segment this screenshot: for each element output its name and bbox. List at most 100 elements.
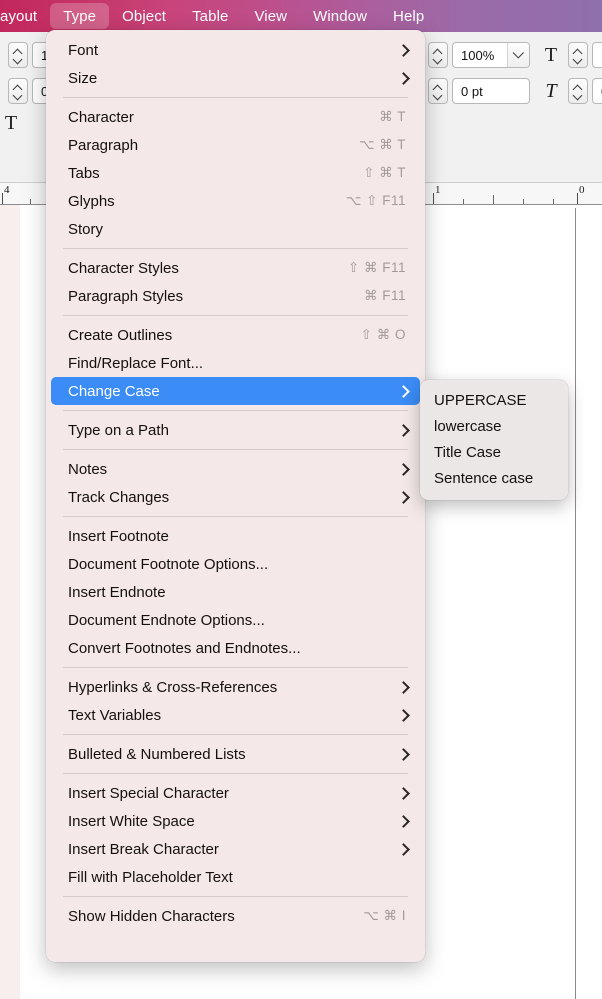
type-menu-dropdown[interactable]: Font Size Character ⌘ T Paragraph ⌥ ⌘ T Tabs ⇧ …	[46, 30, 425, 962]
menu-item-label: Font	[68, 41, 99, 59]
menu-item-label: Character Styles	[68, 259, 179, 277]
menu-item-document-footnote-options[interactable]: Document Footnote Options...	[51, 550, 420, 578]
horizontal-scale-icon[interactable]: T	[538, 42, 564, 68]
stepper-zoom[interactable]	[428, 42, 448, 68]
menu-separator	[63, 734, 408, 735]
menu-item-fill-with-placeholder-text[interactable]: Fill with Placeholder Text	[51, 863, 420, 891]
menu-item-label: Find/Replace Font...	[68, 354, 204, 372]
chevron-right-icon	[398, 711, 410, 720]
menu-item-label: Text Variables	[68, 706, 162, 724]
menubar-item-type[interactable]: Type	[50, 3, 110, 29]
menu-item-shortcut: ⇧ ⌘ F11	[347, 260, 406, 275]
menubar-item-object[interactable]: Object	[109, 3, 179, 29]
menu-separator	[63, 896, 408, 897]
menu-item-insert-special-character[interactable]: Insert Special Character	[51, 779, 420, 807]
menubar-item-help[interactable]: Help	[380, 3, 437, 29]
ruler-label: 0	[579, 184, 585, 196]
baseline-shift-field[interactable]: 0 pt	[452, 78, 530, 104]
menu-item-text-variables[interactable]: Text Variables	[51, 701, 420, 729]
field-right-2[interactable]: 0	[592, 78, 602, 104]
skew-italic-icon[interactable]: T	[538, 78, 564, 104]
menubar-item-window[interactable]: Window	[300, 3, 380, 29]
menu-item-insert-break-character[interactable]: Insert Break Character	[51, 835, 420, 863]
stepper-left-2[interactable]	[8, 78, 28, 104]
menu-separator	[63, 97, 408, 98]
menu-item-label: Show Hidden Characters	[68, 907, 235, 925]
chevron-right-icon	[398, 74, 410, 83]
menu-item-paragraph[interactable]: Paragraph ⌥ ⌘ T	[51, 131, 420, 159]
submenu-item-title-case[interactable]: Title Case	[425, 439, 563, 465]
chevron-down-icon[interactable]	[507, 43, 529, 67]
app-window: 1 0 T 100% T 1 0 pt T 0	[0, 0, 602, 999]
chevron-right-icon	[398, 46, 410, 55]
menu-item-label: Insert Break Character	[68, 840, 219, 858]
zoom-combobox[interactable]: 100%	[452, 42, 530, 68]
menu-item-size[interactable]: Size	[51, 64, 420, 92]
menu-item-insert-footnote[interactable]: Insert Footnote	[51, 522, 420, 550]
menu-separator	[63, 667, 408, 668]
menu-item-show-hidden-characters[interactable]: Show Hidden Characters ⌥ ⌘ I	[51, 902, 420, 930]
chevron-right-icon	[398, 493, 410, 502]
menu-bar[interactable]: ayout Type Object Table View Window Help	[0, 0, 602, 32]
chevron-down-icon	[14, 57, 22, 62]
menu-item-label: Convert Footnotes and Endnotes...	[68, 639, 301, 657]
menubar-item-ayout[interactable]: ayout	[0, 3, 50, 29]
menubar-item-table[interactable]: Table	[179, 3, 241, 29]
chevron-right-icon	[398, 426, 410, 435]
change-case-submenu[interactable]: UPPERCASE lowercase Title Case Sentence cas…	[420, 380, 568, 500]
menu-item-glyphs[interactable]: Glyphs ⌥ ⇧ F11	[51, 187, 420, 215]
menu-item-create-outlines[interactable]: Create Outlines ⇧ ⌘ O	[51, 321, 420, 349]
menu-item-character[interactable]: Character ⌘ T	[51, 103, 420, 131]
menu-item-document-endnote-options[interactable]: Document Endnote Options...	[51, 606, 420, 634]
menu-item-insert-white-space[interactable]: Insert White Space	[51, 807, 420, 835]
menu-item-shortcut: ⇧ ⌘ T	[363, 165, 406, 180]
menu-separator	[63, 773, 408, 774]
canvas-left-gutter	[0, 205, 20, 999]
menu-item-bulleted-numbered-lists[interactable]: Bulleted & Numbered Lists	[51, 740, 420, 768]
stepper-right-1[interactable]	[568, 42, 588, 68]
menu-item-label: Paragraph	[68, 136, 139, 154]
type-tool-icon: T	[4, 111, 18, 134]
menu-item-change-case[interactable]: Change Case	[51, 377, 420, 405]
chevron-right-icon	[398, 387, 410, 396]
menubar-item-view[interactable]: View	[241, 3, 300, 29]
menu-item-story[interactable]: Story	[51, 215, 420, 243]
menu-item-find-replace-font[interactable]: Find/Replace Font...	[51, 349, 420, 377]
menu-item-shortcut: ⌥ ⇧ F11	[345, 193, 406, 208]
menu-separator	[63, 315, 408, 316]
menu-item-type-on-a-path[interactable]: Type on a Path	[51, 416, 420, 444]
menu-item-hyperlinks-cross-references[interactable]: Hyperlinks & Cross-References	[51, 673, 420, 701]
menu-item-paragraph-styles[interactable]: Paragraph Styles ⌘ F11	[51, 282, 420, 310]
menu-item-tabs[interactable]: Tabs ⇧ ⌘ T	[51, 159, 420, 187]
chevron-right-icon	[398, 465, 410, 474]
stepper-baseline[interactable]	[428, 78, 448, 104]
stepper-right-2[interactable]	[568, 78, 588, 104]
menu-item-insert-endnote[interactable]: Insert Endnote	[51, 578, 420, 606]
menu-item-label: Glyphs	[68, 192, 115, 210]
chevron-right-icon	[398, 683, 410, 692]
menu-item-label: Document Footnote Options...	[68, 555, 269, 573]
menu-item-label: Bulleted & Numbered Lists	[68, 745, 246, 763]
chevron-down-icon	[574, 57, 582, 62]
menu-item-character-styles[interactable]: Character Styles ⇧ ⌘ F11	[51, 254, 420, 282]
menu-item-label: Track Changes	[68, 488, 170, 506]
chevron-right-icon	[398, 789, 410, 798]
menu-item-convert-footnotes-and-endnotes[interactable]: Convert Footnotes and Endnotes...	[51, 634, 420, 662]
stepper-left-1[interactable]	[8, 42, 28, 68]
menu-item-label: Notes	[68, 460, 108, 478]
menu-item-font[interactable]: Font	[51, 36, 420, 64]
submenu-item-lowercase[interactable]: lowercase	[425, 413, 563, 439]
submenu-item-sentence-case[interactable]: Sentence case	[425, 465, 563, 491]
submenu-item-uppercase[interactable]: UPPERCASE	[425, 387, 563, 413]
menu-item-label: Character	[68, 108, 134, 126]
chevron-up-icon	[434, 49, 442, 54]
chevron-down-icon	[434, 57, 442, 62]
zoom-value: 100%	[461, 47, 495, 63]
field-right-1[interactable]: 1	[592, 42, 602, 68]
menu-item-track-changes[interactable]: Track Changes	[51, 483, 420, 511]
menu-item-shortcut: ⌘ T	[379, 109, 406, 124]
menu-item-label: Insert Special Character	[68, 784, 229, 802]
menu-item-label: Fill with Placeholder Text	[68, 868, 233, 886]
menu-item-label: Insert White Space	[68, 812, 195, 830]
menu-item-notes[interactable]: Notes	[51, 455, 420, 483]
